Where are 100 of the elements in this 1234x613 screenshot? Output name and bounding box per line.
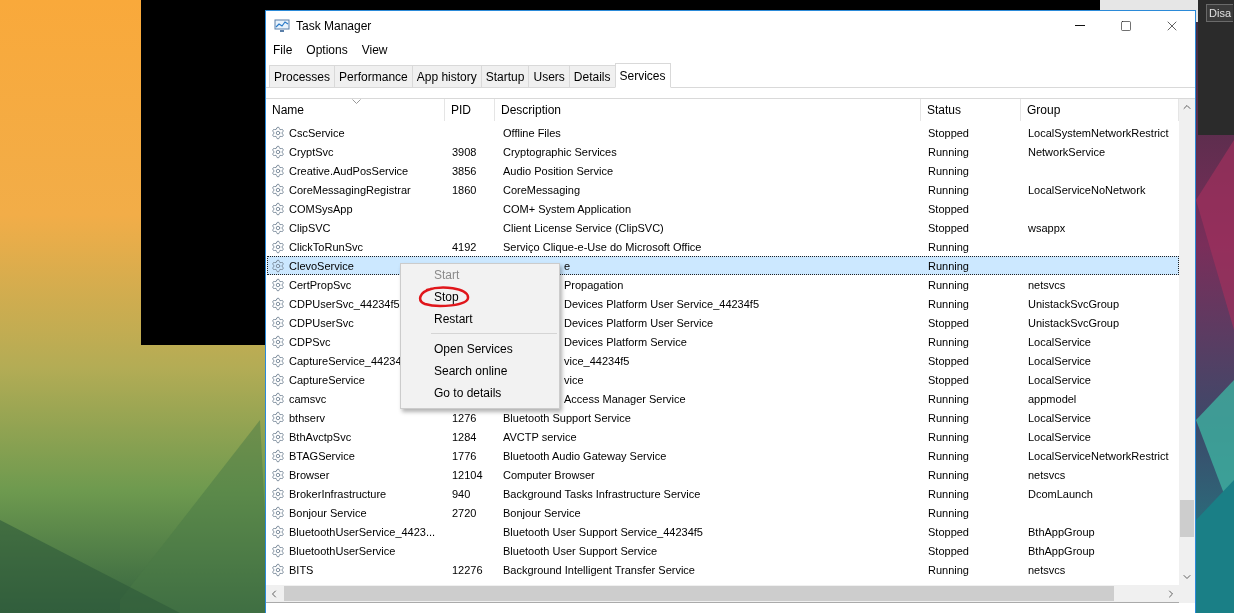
table-cell: LocalService [1028, 354, 1091, 367]
table-cell: Stopped [928, 316, 969, 329]
table-cell: Running [928, 297, 969, 310]
table-cell: CaptureService_44234 [289, 354, 402, 367]
table-cell: Bluetooth User Support Service [503, 544, 658, 557]
gear-icon [271, 524, 285, 539]
table-cell: 3856 [452, 164, 477, 177]
tab[interactable]: Processes [269, 65, 335, 87]
table-cell: ClickToRunSvc [289, 240, 363, 253]
vertical-scrollbar[interactable] [1179, 99, 1195, 603]
table-cell: 1776 [452, 449, 477, 462]
table-cell: appmodel [1028, 392, 1077, 405]
table-cell: Stopped [928, 221, 969, 234]
gear-icon [271, 486, 285, 501]
menu-item[interactable]: Go to details [401, 382, 559, 404]
table-cell: LocalService [1028, 430, 1091, 443]
table-cell: Audio Position Service [503, 164, 614, 177]
table-cell: BrokerInfrastructure [289, 487, 387, 500]
menu-item[interactable]: File [273, 43, 293, 57]
table-cell: Serviço Clique-e-Use do Microsoft Office [503, 240, 702, 253]
table-cell: CDPSvc [289, 335, 331, 348]
table-cell: ClipSVC [289, 221, 331, 234]
menu-item[interactable]: Options [306, 43, 348, 57]
table-cell: BluetoothUserService_4423... [289, 525, 436, 538]
menu-item[interactable]: Restart [401, 308, 559, 330]
gear-icon [271, 296, 285, 311]
gear-icon [271, 201, 285, 216]
menu-item[interactable]: View [361, 43, 388, 57]
window-button[interactable]: Disa [1206, 4, 1233, 22]
scrollbar-thumb[interactable] [284, 586, 1114, 601]
table-cell: UnistackSvcGroup [1028, 316, 1120, 329]
gear-icon [271, 125, 285, 140]
table-cell: BluetoothUserService [289, 544, 396, 557]
gear-icon [271, 144, 285, 159]
gear-icon [271, 315, 285, 330]
table-cell: BTAGService [289, 449, 355, 462]
table-cell: Bluetooth Audio Gateway Service [503, 449, 667, 462]
table-cell: Access Manager Service [564, 392, 686, 405]
table-cell: Bluetooth Support Service [503, 411, 631, 424]
table-cell: Bluetooth User Support Service_44234f5 [503, 525, 703, 538]
column-header[interactable]: PID [445, 99, 495, 121]
menu-item[interactable]: Open Services [401, 338, 559, 360]
maximize-icon [1120, 19, 1132, 32]
table-cell: LocalServiceNetworkRestrict [1028, 449, 1169, 462]
tab[interactable]: Services [614, 63, 671, 88]
table-cell: Stopped [928, 373, 969, 386]
column-header[interactable]: Description [495, 99, 921, 121]
monitor-chart-icon [274, 18, 290, 33]
table-cell: CoreMessaging [503, 183, 581, 196]
tab[interactable]: App history [411, 65, 481, 87]
table-cell: Running [928, 335, 969, 348]
tab[interactable]: Details [568, 65, 615, 87]
gear-icon [271, 467, 285, 482]
table-cell: Running [928, 430, 969, 443]
table-cell: 4192 [452, 240, 477, 253]
table-cell: Browser [289, 468, 330, 481]
table-cell: LocalSystemNetworkRestrict [1028, 126, 1169, 139]
table-cell: Client License Service (ClipSVC) [503, 221, 664, 234]
table-cell: LocalService [1028, 411, 1091, 424]
table-cell: BITS [289, 563, 314, 576]
table-cell: CaptureService [289, 373, 365, 386]
table-cell: 3908 [452, 145, 477, 158]
gear-icon [271, 334, 285, 349]
table-cell: BthAppGroup [1028, 544, 1095, 557]
gear-icon [271, 391, 285, 406]
table-cell: camsvc [289, 392, 327, 405]
menu-item[interactable]: Stop [401, 286, 559, 308]
column-header[interactable]: Name [266, 99, 445, 121]
table-cell: netsvcs [1028, 563, 1066, 576]
table-cell: 12276 [452, 563, 483, 576]
table-cell: vice [564, 373, 584, 386]
table-cell: Running [928, 487, 969, 500]
gear-icon [271, 220, 285, 235]
table-cell: Devices Platform User Service [564, 316, 714, 329]
table-cell: 1284 [452, 430, 477, 443]
table-cell: Running [928, 145, 969, 158]
gear-icon [271, 543, 285, 558]
tab[interactable]: Users [528, 65, 569, 87]
gear-icon [271, 410, 285, 425]
table-cell: bthserv [289, 411, 326, 424]
table-cell: CryptSvc [289, 145, 334, 158]
table-cell: Running [928, 468, 969, 481]
table-cell: Stopped [928, 354, 969, 367]
table-cell: ClevoService [289, 259, 354, 272]
scrollbar-thumb[interactable] [1180, 500, 1194, 537]
gear-icon [271, 182, 285, 197]
table-cell: CscService [289, 126, 345, 139]
table-cell: e [564, 259, 571, 272]
tab[interactable]: Startup [480, 65, 529, 87]
table-cell: LocalServiceNoNetwork [1028, 183, 1146, 196]
table-cell: Stopped [928, 202, 969, 215]
horizontal-scrollbar[interactable] [266, 585, 1179, 603]
table-cell: Cryptographic Services [503, 145, 617, 158]
table-cell: 1276 [452, 411, 477, 424]
menu-item[interactable]: Search online [401, 360, 559, 382]
table-cell: Running [928, 449, 969, 462]
table-cell: netsvcs [1028, 468, 1066, 481]
minimize-icon [1075, 25, 1085, 26]
tab[interactable]: Performance [334, 65, 412, 87]
column-header[interactable]: Status [921, 99, 1021, 121]
